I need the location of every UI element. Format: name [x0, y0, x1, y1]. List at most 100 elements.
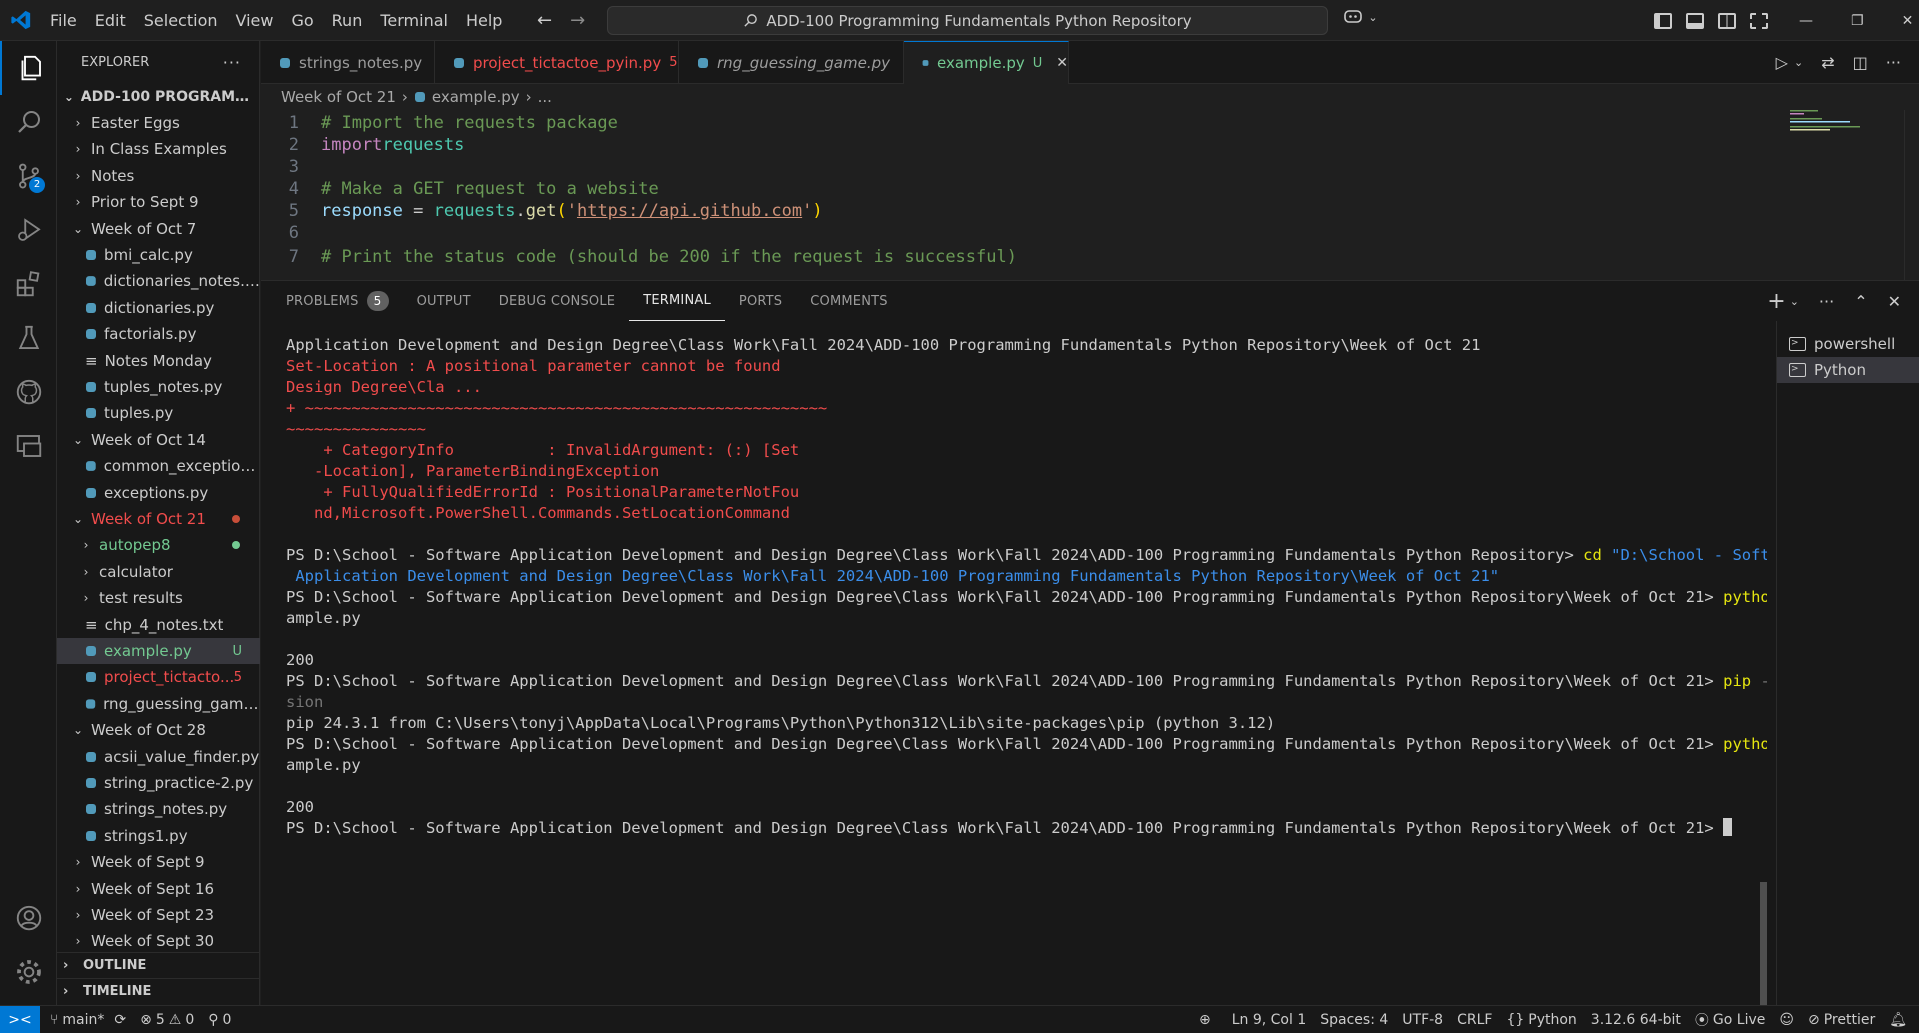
terminal-item-powershell[interactable]: > powershell	[1777, 331, 1919, 357]
notifications-bell-icon[interactable]: 🔔︎	[1882, 1006, 1919, 1033]
chevron-down-icon[interactable]: ⌄	[1790, 295, 1799, 308]
copilot-icon[interactable]: ⌄	[1343, 8, 1378, 29]
menu-selection[interactable]: Selection	[135, 0, 227, 41]
run-debug-icon[interactable]	[0, 203, 57, 257]
outline-section[interactable]: › OUTLINE	[57, 952, 260, 978]
folder-item[interactable]: › Easter Eggs	[57, 110, 260, 136]
minimap[interactable]	[1790, 108, 1870, 138]
file-item[interactable]: strings1.py	[57, 823, 260, 849]
go-forward-icon[interactable]: →	[570, 10, 585, 31]
folder-item[interactable]: › autopep8	[57, 532, 260, 558]
sync-icon[interactable]: ⟳	[114, 1012, 126, 1028]
prettier-status[interactable]: ⊘ Prettier	[1801, 1006, 1882, 1033]
file-item[interactable]: bmi_calc.py	[57, 242, 260, 268]
explorer-icon[interactable]	[0, 41, 57, 95]
toggle-secondary-sidebar-icon[interactable]	[1718, 12, 1736, 29]
restore-icon[interactable]: ❐	[1851, 13, 1864, 29]
code-editor[interactable]: 1 # Import the requests package 2 import r…	[261, 110, 1919, 280]
problems-status[interactable]: ⊗ 5 ⚠ 0	[133, 1006, 201, 1033]
settings-gear-icon[interactable]	[0, 945, 57, 999]
close-tab-icon[interactable]: ✕	[1056, 55, 1068, 71]
zoom-icon[interactable]: ⊕	[1185, 1006, 1225, 1033]
customize-layout-icon[interactable]	[1750, 12, 1768, 29]
tab-project-tictactoe[interactable]: project_tictactoe_pyin.py 5	[435, 41, 679, 84]
folder-item[interactable]: › calculator	[57, 559, 260, 585]
menu-go[interactable]: Go	[282, 0, 322, 41]
tab-strings-notes[interactable]: strings_notes.py	[261, 41, 435, 84]
menu-file[interactable]: File	[41, 0, 86, 41]
copilot-status-icon[interactable]: ☺	[1772, 1006, 1801, 1033]
new-terminal-icon[interactable]: +	[1767, 289, 1785, 314]
extensions-icon[interactable]	[0, 257, 57, 311]
menu-view[interactable]: View	[227, 0, 283, 41]
file-item[interactable]: tuples.py	[57, 400, 260, 426]
command-center[interactable]: ADD-100 Programming Fundamentals Python …	[607, 6, 1328, 35]
editor-scrollbar[interactable]	[1904, 110, 1918, 280]
file-item[interactable]: dictionaries.py	[57, 295, 260, 321]
folder-item[interactable]: ⌄ Week of Oct 7	[57, 216, 260, 242]
breadcrumb-folder[interactable]: Week of Oct 21	[281, 88, 396, 106]
tab-debug-console[interactable]: DEBUG CONSOLE	[485, 281, 629, 321]
file-item[interactable]: rng_guessing_game....	[57, 691, 260, 717]
remote-indicator-icon[interactable]: ><	[0, 1005, 40, 1033]
terminal-output[interactable]: Application Development and Design Degre…	[261, 321, 1767, 1006]
code-url-link[interactable]: https://api.github.com	[577, 201, 802, 221]
language-mode[interactable]: {} Python	[1499, 1006, 1583, 1033]
terminal-item-python[interactable]: > Python	[1777, 357, 1919, 383]
more-actions-icon[interactable]: ···	[223, 53, 241, 72]
close-window-icon[interactable]: ✕	[1902, 13, 1914, 29]
folder-item[interactable]: › Notes	[57, 163, 260, 189]
split-editor-icon[interactable]: ◫	[1853, 53, 1868, 72]
run-python-file-icon[interactable]: ▷	[1776, 53, 1788, 72]
menu-edit[interactable]: Edit	[86, 0, 135, 41]
tab-problems[interactable]: PROBLEMS 5	[261, 281, 403, 321]
file-item[interactable]: factorials.py	[57, 321, 260, 347]
chevron-down-icon[interactable]: ⌄	[1794, 56, 1803, 69]
folder-item[interactable]: ⌄ Week of Oct 21	[57, 506, 260, 532]
minimize-icon[interactable]: —	[1799, 13, 1813, 29]
file-item[interactable]: exceptions.py	[57, 480, 260, 506]
breadcrumb-file[interactable]: example.py	[432, 88, 520, 106]
testing-icon[interactable]	[0, 311, 57, 365]
encoding[interactable]: UTF-8	[1395, 1006, 1450, 1033]
indentation[interactable]: Spaces: 4	[1313, 1006, 1395, 1033]
python-interpreter[interactable]: 3.12.6 64-bit	[1584, 1006, 1688, 1033]
file-item[interactable]: common_exception...	[57, 453, 260, 479]
folder-item[interactable]: › Week of Sept 30	[57, 928, 260, 954]
chevron-down-icon[interactable]: ⌄	[1368, 11, 1377, 24]
menu-help[interactable]: Help	[457, 0, 511, 41]
timeline-section[interactable]: › TIMELINE	[57, 978, 260, 1004]
file-item[interactable]: tuples_notes.py	[57, 374, 260, 400]
go-live-button[interactable]: ⦿ Go Live	[1688, 1006, 1772, 1033]
tab-terminal[interactable]: TERMINAL	[629, 281, 725, 321]
folder-item[interactable]: › Week of Sept 16	[57, 876, 260, 902]
toggle-panel-icon[interactable]	[1686, 12, 1704, 29]
folder-item[interactable]: ⌄ Week of Oct 14	[57, 427, 260, 453]
folder-item[interactable]: › In Class Examples	[57, 136, 260, 162]
tab-example[interactable]: example.py U ✕	[904, 41, 1069, 84]
git-branch[interactable]: ⑂ main* ⟳	[40, 1006, 133, 1033]
folder-item[interactable]: › Week of Sept 9	[57, 849, 260, 875]
remote-explorer-icon[interactable]	[0, 419, 57, 473]
folder-item[interactable]: › Prior to Sept 9	[57, 189, 260, 215]
file-item[interactable]: ≡ chp_4_notes.txt	[57, 612, 260, 638]
workspace-root[interactable]: ⌄ ADD-100 PROGRAMMING...	[57, 84, 260, 110]
accounts-icon[interactable]	[0, 891, 57, 945]
file-item[interactable]: string_practice-2.py	[57, 770, 260, 796]
close-panel-icon[interactable]: ✕	[1888, 292, 1901, 311]
go-back-icon[interactable]: ←	[537, 10, 552, 31]
file-item[interactable]: ≡ Notes Monday	[57, 348, 260, 374]
search-icon[interactable]	[0, 95, 57, 149]
maximize-panel-icon[interactable]: ⌃	[1854, 292, 1867, 311]
end-of-line[interactable]: CRLF	[1450, 1006, 1499, 1033]
tab-output[interactable]: OUTPUT	[403, 281, 485, 321]
github-icon[interactable]	[0, 365, 57, 419]
file-item[interactable]: example.py U	[57, 638, 260, 664]
folder-item[interactable]: › Week of Sept 23	[57, 902, 260, 928]
open-changes-icon[interactable]: ⇄	[1821, 53, 1834, 72]
breadcrumb-more[interactable]: ...	[538, 88, 552, 106]
source-control-icon[interactable]: 2	[0, 149, 57, 203]
terminal-scrollbar[interactable]	[1760, 882, 1767, 1006]
menu-run[interactable]: Run	[323, 0, 372, 41]
file-item[interactable]: project_tictacto... 5	[57, 664, 260, 690]
